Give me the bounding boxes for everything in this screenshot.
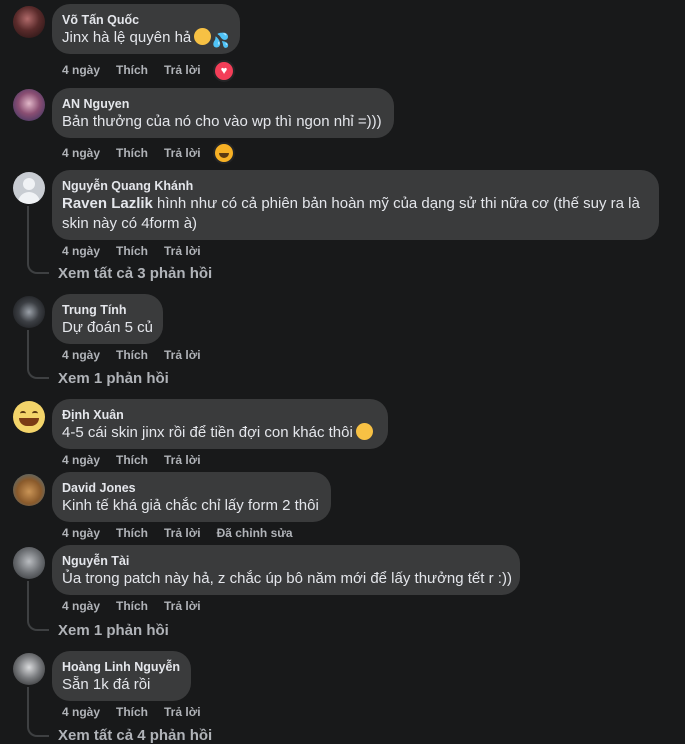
comment-time[interactable]: 4 ngày xyxy=(62,347,100,363)
comment-actions: 4 ngày Thích Trả lời xyxy=(62,145,217,161)
comment-author[interactable]: AN Nguyen xyxy=(62,96,382,112)
comment-bubble: Võ Tấn Quốc Jinx hà lệ quyên hả 💦 xyxy=(52,4,240,54)
thread-line xyxy=(27,330,29,369)
comment-bubble: Trung Tính Dự đoán 5 củ xyxy=(52,294,163,344)
avatar[interactable] xyxy=(13,296,45,328)
reply-button[interactable]: Trả lời xyxy=(164,145,201,161)
reply-button[interactable]: Trả lời xyxy=(164,347,201,363)
comment-text: 4-5 cái skin jinx rồi để tiền đợi con kh… xyxy=(62,423,376,443)
like-button[interactable]: Thích xyxy=(116,704,148,720)
reply-button[interactable]: Trả lời xyxy=(164,525,201,541)
like-button[interactable]: Thích xyxy=(116,452,148,468)
avatar[interactable] xyxy=(13,547,45,579)
like-button[interactable]: Thích xyxy=(116,62,148,78)
avatar[interactable] xyxy=(13,172,45,204)
sweat-droplets-emoji-icon: 💦 xyxy=(212,32,230,48)
haha-reaction-icon[interactable] xyxy=(213,142,235,164)
thread-connector xyxy=(27,369,49,379)
thread-connector xyxy=(27,621,49,631)
edited-label[interactable]: Đã chỉnh sửa xyxy=(217,525,293,541)
comment-author[interactable]: David Jones xyxy=(62,480,319,496)
comment-text: Kinh tế khá giả chắc chỉ lấy form 2 thôi xyxy=(62,497,319,514)
reply-button[interactable]: Trả lời xyxy=(164,598,201,614)
comment-time[interactable]: 4 ngày xyxy=(62,243,100,259)
comment-text: Ủa trong patch này hả, z chắc úp bô năm … xyxy=(62,570,512,587)
view-replies-link[interactable]: Xem 1 phản hồi xyxy=(58,622,169,639)
comment-bubble: Hoàng Linh Nguyễn Sẵn 1k đá rồi xyxy=(52,651,191,701)
mention-link[interactable]: Raven Lazlik xyxy=(62,195,153,212)
reply-button[interactable]: Trả lời xyxy=(164,704,201,720)
thread-line xyxy=(27,206,29,264)
avatar[interactable] xyxy=(13,474,45,506)
comment-actions: 4 ngày Thích Trả lời xyxy=(62,598,217,614)
comment-time[interactable]: 4 ngày xyxy=(62,62,100,78)
like-button[interactable]: Thích xyxy=(116,525,148,541)
comment-actions: 4 ngày Thích Trả lời Đã chỉnh sửa xyxy=(62,525,309,541)
comment-text: Sẵn 1k đá rồi xyxy=(62,676,151,693)
thread-connector xyxy=(27,264,49,274)
comment-author[interactable]: Nguyễn Tài xyxy=(62,553,508,569)
comment-time[interactable]: 4 ngày xyxy=(62,452,100,468)
comment-bubble: Định Xuân 4-5 cái skin jinx rồi để tiền … xyxy=(52,399,388,449)
comment-text: Dự đoán 5 củ xyxy=(62,319,153,336)
comment-time[interactable]: 4 ngày xyxy=(62,598,100,614)
like-button[interactable]: Thích xyxy=(116,145,148,161)
like-button[interactable]: Thích xyxy=(116,347,148,363)
avatar[interactable] xyxy=(13,653,45,685)
comment-bubble: AN Nguyen Bản thưởng của nó cho vào wp t… xyxy=(52,88,394,138)
view-replies-link[interactable]: Xem tất cả 3 phản hồi xyxy=(58,265,212,282)
like-button[interactable]: Thích xyxy=(116,243,148,259)
comment-bubble: Nguyễn Tài Ủa trong patch này hả, z chắc… xyxy=(52,545,520,595)
comment-actions: 4 ngày Thích Trả lời xyxy=(62,243,217,259)
reply-button[interactable]: Trả lời xyxy=(164,62,201,78)
like-button[interactable]: Thích xyxy=(116,598,148,614)
comment-text: Bản thưởng của nó cho vào wp thì ngon nh… xyxy=(62,113,382,130)
comment-author[interactable]: Nguyễn Quang Khánh xyxy=(62,178,647,194)
view-replies-link[interactable]: Xem 1 phản hồi xyxy=(58,370,169,387)
comment-actions: 4 ngày Thích Trả lời xyxy=(62,62,217,78)
reply-button[interactable]: Trả lời xyxy=(164,452,201,468)
comment-text: Raven Lazlik hình như có cả phiên bản ho… xyxy=(62,195,640,232)
default-avatar-icon xyxy=(23,178,35,190)
grimacing-emoji-icon xyxy=(355,423,373,440)
thread-line xyxy=(27,687,29,727)
comment-author[interactable]: Định Xuân xyxy=(62,407,376,423)
heart-reaction-icon[interactable]: ♥ xyxy=(213,60,235,82)
avatar[interactable] xyxy=(13,6,45,38)
comment-time[interactable]: 4 ngày xyxy=(62,704,100,720)
comment-bubble: Nguyễn Quang Khánh Raven Lazlik hình như… xyxy=(52,170,659,240)
comment-author[interactable]: Hoàng Linh Nguyễn xyxy=(62,659,180,675)
comment-bubble: David Jones Kinh tế khá giả chắc chỉ lấy… xyxy=(52,472,331,522)
comment-time[interactable]: 4 ngày xyxy=(62,525,100,541)
avatar[interactable] xyxy=(13,401,45,433)
comment-actions: 4 ngày Thích Trả lời xyxy=(62,704,217,720)
comment-text: Jinx hà lệ quyên hả 💦 xyxy=(62,28,230,48)
grinning-sweat-emoji-icon xyxy=(194,28,212,45)
thread-line xyxy=(27,581,29,621)
avatar[interactable] xyxy=(13,89,45,121)
comment-author[interactable]: Võ Tấn Quốc xyxy=(62,12,228,28)
comment-actions: 4 ngày Thích Trả lời xyxy=(62,347,217,363)
comment-time[interactable]: 4 ngày xyxy=(62,145,100,161)
comment-actions: 4 ngày Thích Trả lời xyxy=(62,452,217,468)
comment-author[interactable]: Trung Tính xyxy=(62,302,151,318)
reply-button[interactable]: Trả lời xyxy=(164,243,201,259)
